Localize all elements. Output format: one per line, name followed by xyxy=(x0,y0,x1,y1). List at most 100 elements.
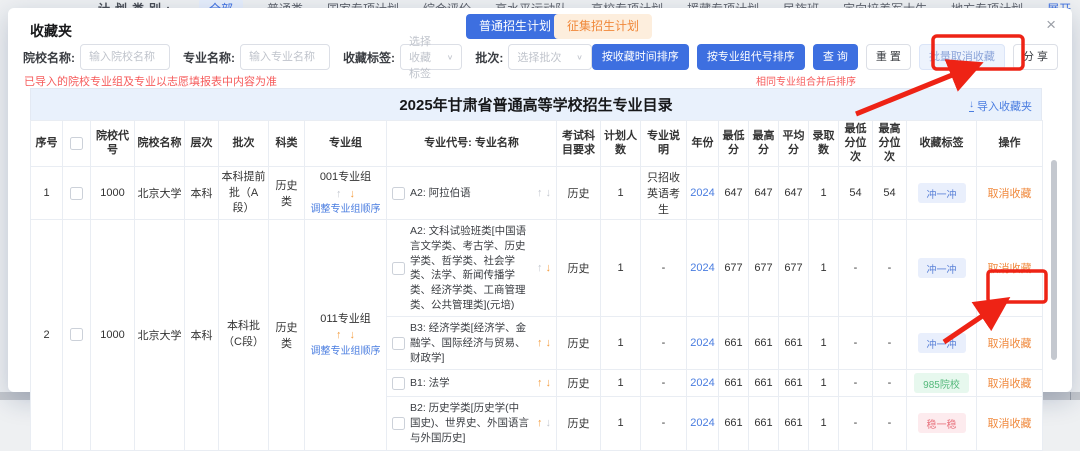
sort-hint-text: 相同专业组合并后排序 xyxy=(756,73,856,88)
cell-max: 661 xyxy=(749,370,779,397)
year-link[interactable]: 2024 xyxy=(690,187,714,199)
group-down-icon[interactable]: ↓ xyxy=(350,329,356,341)
move-down-icon[interactable]: ↓ xyxy=(546,377,552,389)
school-name-input[interactable] xyxy=(80,44,170,70)
uncollect-link[interactable]: 取消收藏 xyxy=(988,263,1032,275)
col-level: 层次 xyxy=(185,121,219,167)
year-link[interactable]: 2024 xyxy=(690,377,714,389)
specialty-checkbox[interactable] xyxy=(392,337,405,350)
tag-badge: 冲一冲 xyxy=(918,183,966,203)
cell-plan: 1 xyxy=(601,370,641,397)
cell-school-code: 1000 xyxy=(91,220,135,450)
cell-school-code: 1000 xyxy=(91,167,135,220)
cell-plan: 1 xyxy=(601,397,641,450)
cell-min-rank: - xyxy=(839,317,873,370)
vertical-scrollbar[interactable] xyxy=(1051,160,1057,360)
specialty-checkbox[interactable] xyxy=(392,187,405,200)
specialty-name: A2: 文科试验班类[中国语言文学类、考古学、历史学类、哲学类、社会学类、法学、… xyxy=(410,224,529,312)
select-all-checkbox[interactable] xyxy=(70,137,83,150)
group-up-icon[interactable]: ↑ xyxy=(336,188,342,200)
table-row: 2 1000 北京大学 本科 本科批（C段） 历史类 011专业组 ↑↓ 调整专… xyxy=(31,220,1043,317)
header-row: 序号 院校代号 院校名称 层次 批次 科类 专业组 专业代号: 专业名称 考试科… xyxy=(31,121,1043,167)
move-down-icon[interactable]: ↓ xyxy=(546,187,552,199)
cell-min: 661 xyxy=(719,317,749,370)
move-up-icon[interactable]: ↑ xyxy=(537,417,543,429)
move-down-icon[interactable]: ↓ xyxy=(546,337,552,349)
specialty-name: B2: 历史学类[历史学(中国史)、世界史、外国语言与外国历史] xyxy=(410,401,529,445)
col-category: 科类 xyxy=(269,121,305,167)
major-name-input[interactable] xyxy=(240,44,330,70)
filter-row: 院校名称: 专业名称: 收藏标签: 选择收藏标签 ∨ 批次: 选择批次 ∨ 按收… xyxy=(23,44,1058,70)
batch-select[interactable]: 选择批次 ∨ xyxy=(508,44,591,70)
year-link[interactable]: 2024 xyxy=(690,262,714,274)
adjust-group-order-link[interactable]: 调整专业组顺序 xyxy=(307,344,384,359)
cell-max-rank: 54 xyxy=(873,167,907,220)
collect-plan-button[interactable]: 征集招生计划 xyxy=(554,14,652,39)
cell-exam: 历史 xyxy=(557,220,601,317)
major-name-label: 专业名称: xyxy=(183,49,235,66)
move-up-icon[interactable]: ↑ xyxy=(537,337,543,349)
move-up-icon[interactable]: ↑ xyxy=(537,377,543,389)
cell-avg: 661 xyxy=(779,397,809,450)
group-down-icon[interactable]: ↓ xyxy=(350,188,356,200)
reset-button[interactable]: 重 置 xyxy=(866,44,911,70)
cell-min-rank: 54 xyxy=(839,167,873,220)
batch-uncollect-button[interactable]: 批量取消收藏 xyxy=(919,44,1005,70)
import-favorites-link[interactable]: ↓ 导入收藏夹 xyxy=(969,98,1032,114)
table-title-band: 2025年甘肃省普通高等学校招生专业目录 ↓ 导入收藏夹 xyxy=(30,88,1042,120)
normal-plan-button[interactable]: 普通招生计划 xyxy=(466,14,564,39)
cell-min: 647 xyxy=(719,167,749,220)
tag-badge: 985院校 xyxy=(914,373,969,393)
cell-count: 1 xyxy=(809,370,839,397)
cell-exam: 历史 xyxy=(557,317,601,370)
uncollect-link[interactable]: 取消收藏 xyxy=(988,378,1032,390)
query-button[interactable]: 查 询 xyxy=(813,44,858,70)
col-min-rank: 最低分位次 xyxy=(839,121,873,167)
sort-by-group-code-button[interactable]: 按专业组代号排序 xyxy=(697,44,805,70)
cell-count: 1 xyxy=(809,167,839,220)
tag-badge: 稳一稳 xyxy=(918,413,966,433)
share-button[interactable]: 分 享 xyxy=(1013,44,1058,70)
batch-filter-label: 批次: xyxy=(475,49,503,66)
catalog-table: 2025年甘肃省普通高等学校招生专业目录 ↓ 导入收藏夹 序号 院校代号 xyxy=(30,88,1042,451)
specialty-cell: A2: 阿拉伯语 ↑↓ xyxy=(389,184,554,203)
col-select xyxy=(63,121,91,167)
row-checkbox[interactable] xyxy=(70,328,83,341)
col-school-code: 院校代号 xyxy=(91,121,135,167)
uncollect-link[interactable]: 取消收藏 xyxy=(988,188,1032,200)
move-up-icon[interactable]: ↑ xyxy=(537,262,543,274)
year-link[interactable]: 2024 xyxy=(690,417,714,429)
specialty-cell: B2: 历史学类[历史学(中国史)、世界史、外国语言与外国历史] ↑↓ xyxy=(389,399,554,447)
col-group: 专业组 xyxy=(305,121,387,167)
cell-max-rank: - xyxy=(873,317,907,370)
adjust-group-order-link[interactable]: 调整专业组顺序 xyxy=(307,202,384,217)
download-icon: ↓ xyxy=(969,100,974,112)
uncollect-link-highlighted[interactable]: 取消收藏 xyxy=(988,338,1032,350)
group-up-icon[interactable]: ↑ xyxy=(336,329,342,341)
cell-seq: 2 xyxy=(31,220,63,450)
move-down-icon[interactable]: ↓ xyxy=(546,262,552,274)
specialty-checkbox[interactable] xyxy=(392,377,405,390)
year-link[interactable]: 2024 xyxy=(690,337,714,349)
school-name-label: 院校名称: xyxy=(23,49,75,66)
close-icon[interactable]: × xyxy=(1046,16,1056,33)
row-checkbox[interactable] xyxy=(70,187,83,200)
table-row: 1 1000 北京大学 本科 本科提前批（A段） 历史类 001专业组 ↑↓ 调… xyxy=(31,167,1043,220)
specialty-checkbox[interactable] xyxy=(392,262,405,275)
cell-min-rank: - xyxy=(839,397,873,450)
uncollect-link[interactable]: 取消收藏 xyxy=(988,418,1032,430)
sort-by-time-button[interactable]: 按收藏时间排序 xyxy=(592,44,689,70)
tag-select[interactable]: 选择收藏标签 ∨ xyxy=(400,44,462,70)
cell-avg: 647 xyxy=(779,167,809,220)
specialty-checkbox[interactable] xyxy=(392,417,405,430)
move-up-icon[interactable]: ↑ xyxy=(537,187,543,199)
cell-count: 1 xyxy=(809,220,839,317)
cell-note: - xyxy=(641,317,687,370)
cell-exam: 历史 xyxy=(557,370,601,397)
cell-level: 本科 xyxy=(185,167,219,220)
cell-avg: 677 xyxy=(779,220,809,317)
specialty-cell: A2: 文科试验班类[中国语言文学类、考古学、历史学类、哲学类、社会学类、法学、… xyxy=(389,222,554,314)
cell-school-name: 北京大学 xyxy=(135,167,185,220)
cell-plan: 1 xyxy=(601,317,641,370)
move-down-icon[interactable]: ↓ xyxy=(546,417,552,429)
